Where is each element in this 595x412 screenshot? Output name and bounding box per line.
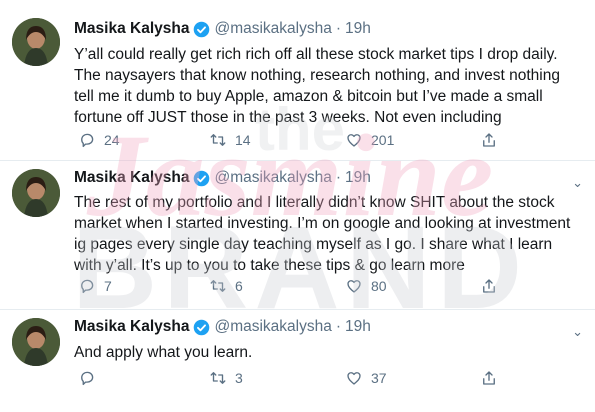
verified-badge-icon [194,319,210,335]
retweet-button[interactable]: 6 [209,277,243,295]
heart-icon [347,372,361,385]
handle[interactable]: @masikakalysha [214,20,331,38]
reply-button[interactable] [78,369,104,387]
display-name[interactable]: Masika Kalysha [74,20,189,38]
tweet-line: fortune off JUST those in the past 3 wee… [74,109,502,126]
avatar[interactable] [12,18,60,66]
tweet-line: And apply what you learn. [74,344,253,361]
tweet-line: ig pages every single day teaching mysel… [74,236,553,253]
separator-dot: · [335,169,342,186]
timestamp[interactable]: 19h [345,169,371,187]
retweet-count: 6 [235,278,243,294]
timestamp[interactable]: 19h [345,20,371,38]
timestamp[interactable]: 19h [345,318,371,336]
share-icon [483,371,495,385]
reply-button[interactable]: 24 [78,131,120,149]
reply-button[interactable]: 7 [78,277,112,295]
retweet-count: 14 [235,132,251,148]
reply-icon [81,279,94,294]
share-button[interactable] [480,277,506,295]
handle[interactable]: @masikakalysha [214,169,331,187]
like-count: 201 [371,132,395,148]
separator-dot: · [335,20,342,37]
avatar[interactable] [12,169,60,217]
tweet-text: And apply what you learn. [74,342,589,363]
tweet-line: The rest of my portfolio and I literally… [74,194,555,211]
tweet-3[interactable]: Masika Kalysha @masikakalysha · 19h ⌄ An… [0,310,595,412]
reply-count: 24 [104,132,120,148]
like-count: 80 [371,278,387,294]
retweet-count: 3 [235,370,243,386]
heart-icon [347,134,361,147]
verified-badge-icon [194,170,210,186]
tweet-line: The naysayers that know nothing, researc… [74,67,560,84]
heart-icon [347,280,361,293]
reply-icon [81,371,94,386]
handle[interactable]: @masikakalysha [214,318,331,336]
tweet-line: with y’all. It’s up to you to take these… [74,257,465,274]
like-button[interactable]: 201 [345,131,394,149]
retweet-button[interactable]: 3 [209,369,243,387]
retweet-icon [210,372,226,384]
reply-icon [81,133,94,148]
like-button[interactable]: 37 [345,369,387,387]
like-button[interactable]: 80 [345,277,387,295]
share-button[interactable] [480,131,506,149]
verified-badge-icon [194,21,210,37]
retweet-button[interactable]: 14 [209,131,251,149]
tweet-line: market when I started investing. I’m on … [74,215,571,232]
reply-count: 7 [104,278,112,294]
tweet-2[interactable]: Masika Kalysha @masikakalysha · 19h ⌄ Th… [0,161,595,309]
share-icon [483,279,495,293]
separator-dot: · [335,318,342,335]
share-button[interactable] [480,369,506,387]
avatar[interactable] [12,318,60,366]
share-icon [483,133,495,147]
chevron-down-icon[interactable]: ⌄ [572,175,583,191]
tweet-line: tell me it dumb to buy Apple, amazon & b… [74,88,543,105]
tweet-line: Y’all could really get rich rich off all… [74,46,558,63]
display-name[interactable]: Masika Kalysha [74,169,189,187]
tweet-text: Y’all could really get rich rich off all… [74,44,589,128]
display-name[interactable]: Masika Kalysha [74,318,189,336]
tweet-1[interactable]: Masika Kalysha @masikakalysha · 19h Y’al… [0,0,595,160]
like-count: 37 [371,370,387,386]
retweet-icon [210,134,226,146]
chevron-down-icon[interactable]: ⌄ [572,324,583,340]
tweet-text: The rest of my portfolio and I literally… [74,192,589,276]
retweet-icon [210,280,226,292]
